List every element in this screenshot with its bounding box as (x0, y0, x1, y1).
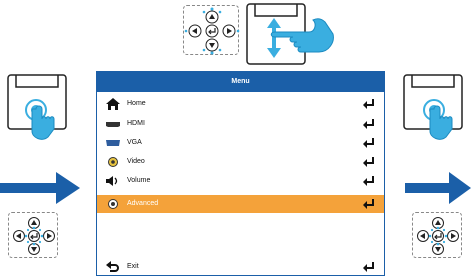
menu-panel: Menu Home HDMI VGA Video Volume Advanced… (96, 71, 385, 276)
menu-item-advanced[interactable]: Advanced (97, 195, 384, 213)
left-touch-card (6, 73, 68, 140)
left-dpad (8, 212, 58, 258)
advanced-icon (108, 199, 118, 209)
vga-icon (106, 140, 120, 146)
menu-item-vga[interactable]: VGA (97, 134, 384, 152)
enter-icon (363, 176, 374, 186)
right-dpad (412, 212, 462, 258)
exit-icon (106, 261, 119, 272)
menu-title: Menu (97, 72, 384, 92)
hdmi-icon (106, 122, 120, 127)
menu-item-volume[interactable]: Volume (97, 172, 384, 190)
menu-item-label: Video (127, 158, 145, 165)
enter-icon (363, 119, 374, 129)
enter-icon (363, 262, 374, 272)
menu-item-label: Advanced (127, 200, 159, 207)
menu-item-label: Home (127, 100, 146, 107)
menu-item-hdmi[interactable]: HDMI (97, 115, 384, 133)
menu-item-label: Exit (127, 263, 139, 270)
top-swipe-card (245, 2, 335, 68)
right-touch-card (402, 73, 464, 153)
enter-icon (363, 157, 374, 167)
enter-icon (363, 99, 374, 109)
enter-icon (363, 138, 374, 148)
menu-item-label: Volume (127, 177, 151, 184)
menu-item-video[interactable]: Video (97, 153, 384, 171)
menu-item-label: VGA (127, 139, 142, 146)
home-icon (106, 98, 120, 110)
menu-item-home[interactable]: Home (97, 95, 384, 113)
enter-icon (363, 199, 374, 209)
video-icon (108, 157, 118, 167)
menu-item-exit[interactable]: Exit (97, 258, 384, 276)
right-arrow-icon (405, 172, 471, 209)
left-arrow-icon (0, 172, 80, 209)
volume-icon (106, 176, 118, 186)
top-dpad (183, 5, 240, 55)
menu-item-label: HDMI (127, 120, 145, 127)
